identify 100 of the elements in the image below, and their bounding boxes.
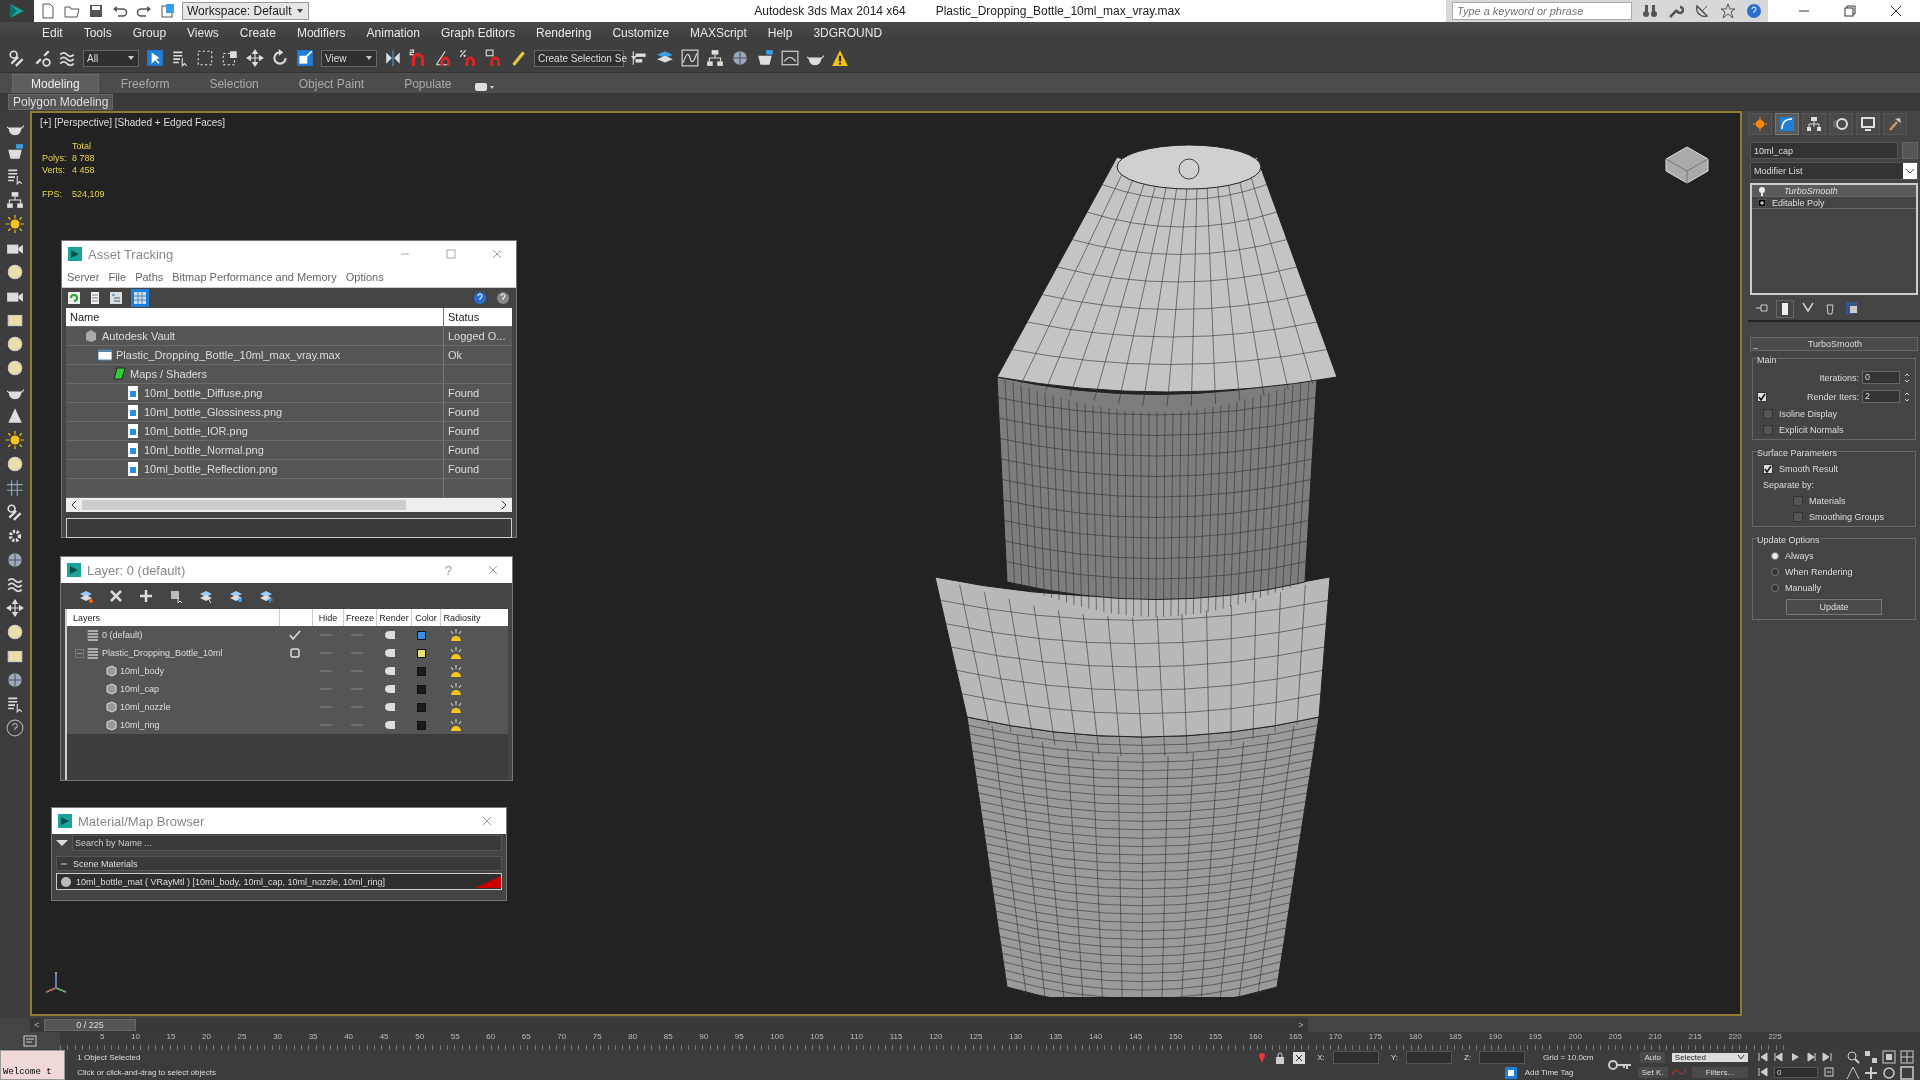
radiosity-sun-icon[interactable] [449, 719, 463, 731]
asset-row[interactable]: 10ml_bottle_IOR.png Found [66, 422, 512, 441]
rendered-frame-icon[interactable] [781, 49, 799, 67]
menu-item[interactable]: Create [239, 26, 276, 40]
add-icon[interactable] [139, 589, 153, 603]
select-by-name-icon[interactable] [171, 49, 189, 67]
highlight-layer-icon[interactable] [199, 589, 213, 603]
menu-item[interactable]: Rendering [536, 26, 592, 40]
ribbon-tab[interactable]: Populate [386, 75, 470, 93]
modifier-stack-item[interactable]: Editable Poly [1752, 197, 1916, 209]
wave-icon[interactable] [58, 49, 76, 67]
checkbox[interactable] [1763, 464, 1773, 474]
percent-snap-icon[interactable] [459, 49, 477, 67]
pan-icon[interactable] [1864, 1066, 1878, 1080]
hide-layers-icon[interactable] [229, 589, 243, 603]
selection-filter-dropdown[interactable]: All [83, 49, 139, 67]
curve-editor-icon[interactable] [681, 49, 699, 67]
edit-named-selection-icon[interactable] [509, 49, 527, 67]
command-panel-tab[interactable] [1802, 113, 1826, 135]
expand-icon[interactable] [1758, 198, 1766, 207]
help-icon[interactable] [1746, 3, 1762, 19]
filters-button[interactable]: Filters... [1691, 1066, 1748, 1078]
isolate-pin-icon[interactable] [1257, 1051, 1268, 1064]
menu-item[interactable]: Graph Editors [440, 26, 515, 40]
context-help-icon[interactable] [496, 291, 510, 305]
table-view-button[interactable] [131, 289, 149, 307]
menu-item[interactable]: Server [67, 271, 100, 283]
radio-button[interactable] [1771, 584, 1779, 592]
schematic-view-icon[interactable] [706, 49, 724, 67]
move-icon[interactable] [6, 599, 24, 617]
mirror-icon[interactable] [384, 49, 402, 67]
layer-row[interactable]: 10ml_ring [67, 716, 508, 734]
rectangle-selection-icon[interactable] [196, 49, 214, 67]
spinner-arrows-icon[interactable] [1903, 371, 1911, 384]
maximize-viewport-icon[interactable] [1900, 1066, 1914, 1080]
render-setup-icon[interactable] [6, 143, 24, 161]
menu-item[interactable]: Views [187, 26, 219, 40]
reference-coordinate-dropdown[interactable]: View [321, 49, 377, 67]
select-by-name-icon[interactable] [6, 167, 24, 185]
warning-icon[interactable] [831, 49, 849, 67]
menu-item[interactable]: Tools [83, 26, 112, 40]
close-icon[interactable] [1890, 5, 1902, 17]
next-key-icon[interactable] [1806, 1052, 1816, 1063]
star-icon[interactable] [1720, 3, 1736, 19]
asset-row[interactable]: Autodesk Vault Logged O... [66, 327, 512, 346]
restore-icon[interactable] [1844, 5, 1856, 17]
key-mode-icon[interactable] [1758, 1067, 1768, 1078]
menu-item[interactable]: Help [767, 26, 793, 40]
radiosity-sun-icon[interactable] [449, 647, 463, 659]
radiosity-sun-icon[interactable] [449, 701, 463, 713]
ribbon-tab[interactable]: Selection [191, 75, 277, 93]
asset-row[interactable]: Plastic_Dropping_Bottle_10ml_max_vray.max Ok [66, 346, 512, 365]
sphere-icon[interactable] [6, 359, 24, 377]
options-arrow-icon[interactable] [56, 839, 68, 847]
menu-item[interactable]: Modifiers [296, 26, 346, 40]
material-editor-icon[interactable] [6, 671, 24, 689]
spinner-arrows-icon[interactable] [1903, 390, 1911, 403]
asset-row[interactable]: Maps / Shaders [66, 365, 512, 384]
new-file-icon[interactable] [40, 3, 56, 19]
menu-item[interactable]: Animation [366, 26, 420, 40]
lock-icon[interactable] [1275, 1051, 1286, 1064]
material-item[interactable]: 10ml_bottle_mat ( VRayMtl ) [10ml_body, 10ml_cap, 10ml_nozzle, 10ml_ring] [56, 873, 502, 890]
wave-icon[interactable] [6, 575, 24, 593]
zoom-all-icon[interactable] [1864, 1050, 1878, 1064]
checkbox[interactable] [1757, 391, 1767, 402]
menu-item[interactable]: Options [345, 271, 384, 283]
go-to-end-icon[interactable] [1822, 1052, 1832, 1063]
maxscript-listener-field[interactable]: Welcome t [0, 1050, 66, 1080]
rotate-icon[interactable] [271, 49, 289, 67]
help-icon[interactable] [473, 291, 487, 305]
set-key-button[interactable]: Set K. [1637, 1067, 1668, 1078]
color-swatch[interactable] [416, 720, 426, 730]
menu-item[interactable]: File [108, 271, 127, 283]
command-panel-tab[interactable] [1829, 113, 1853, 135]
cone-icon[interactable] [6, 407, 24, 425]
ribbon-panel-tab[interactable]: Polygon Modeling [8, 94, 114, 110]
collapse-icon[interactable] [75, 648, 84, 658]
go-to-start-icon[interactable] [1758, 1052, 1768, 1063]
remove-modifier-icon[interactable] [1823, 301, 1837, 315]
ribbon-tab[interactable]: Freeform [102, 75, 188, 93]
pin-stack-icon[interactable] [1755, 301, 1769, 315]
sphere-icon[interactable] [6, 623, 24, 641]
make-unique-icon[interactable] [1801, 301, 1815, 315]
asset-row[interactable]: 10ml_bottle_Normal.png Found [66, 441, 512, 460]
sphere-icon[interactable] [6, 263, 24, 281]
light-bulb-icon[interactable] [1758, 185, 1766, 196]
checkbox[interactable] [1793, 496, 1803, 506]
ribbon-tab[interactable]: Object Paint [280, 75, 383, 93]
menu-item[interactable]: Edit [42, 26, 63, 40]
search-field[interactable]: Type a keyword or phrase [1452, 2, 1632, 20]
schematic-view-icon[interactable] [6, 191, 24, 209]
layer-row[interactable]: 0 (default) [67, 626, 508, 644]
radiosity-sun-icon[interactable] [449, 629, 463, 641]
link-icon[interactable] [6, 503, 24, 521]
color-swatch[interactable] [416, 648, 426, 658]
search-field[interactable]: Search by Name ... [72, 835, 502, 851]
grid-icon[interactable] [6, 479, 24, 497]
settings-icon[interactable] [6, 527, 24, 545]
list-view-icon[interactable] [89, 292, 101, 304]
zoom-icon[interactable] [1846, 1050, 1860, 1064]
